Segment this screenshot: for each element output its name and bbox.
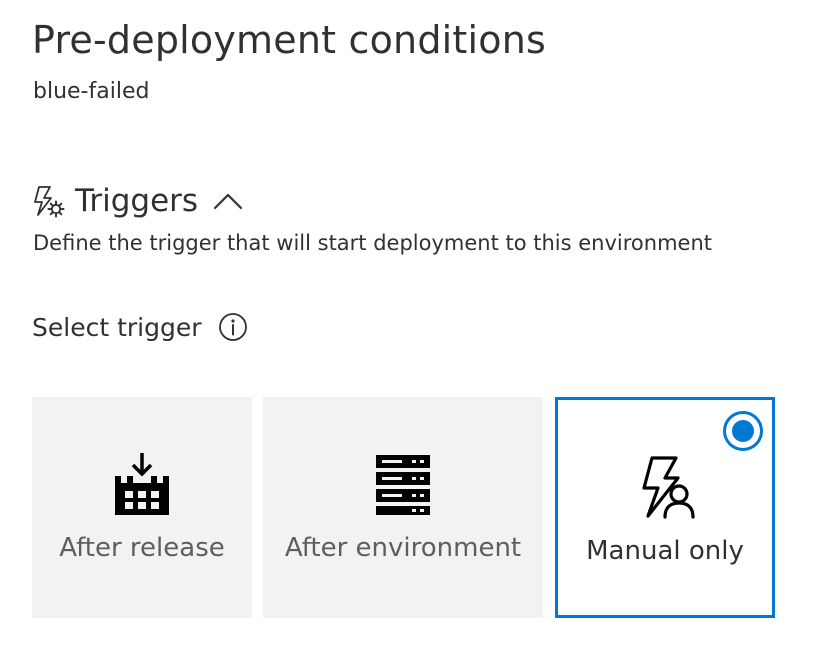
panel-subtitle: blue-failed bbox=[33, 79, 150, 104]
triggers-description: Define the trigger that will start deplo… bbox=[33, 231, 712, 255]
trigger-option-after-release[interactable]: After release bbox=[32, 397, 252, 618]
lightning-gear-icon bbox=[31, 184, 65, 218]
trigger-option-label: After environment bbox=[284, 533, 522, 563]
trigger-option-after-environment[interactable]: After environment bbox=[263, 397, 543, 618]
panel-title: Pre-deployment conditions bbox=[32, 18, 546, 62]
release-download-icon bbox=[109, 451, 175, 517]
triggers-section-header[interactable]: Triggers bbox=[31, 178, 244, 224]
trigger-option-manual-only[interactable]: Manual only bbox=[555, 397, 775, 618]
info-icon[interactable] bbox=[218, 312, 248, 342]
chevron-up-icon[interactable] bbox=[212, 190, 244, 212]
server-stack-icon bbox=[370, 451, 436, 517]
selected-radio-indicator bbox=[722, 410, 764, 452]
lightning-person-icon bbox=[632, 454, 698, 520]
trigger-option-label: Manual only bbox=[586, 536, 744, 566]
trigger-option-label: After release bbox=[59, 533, 225, 563]
triggers-section-title: Triggers bbox=[75, 183, 199, 219]
select-trigger-label: Select trigger bbox=[32, 312, 202, 342]
select-trigger-row: Select trigger bbox=[32, 312, 248, 342]
